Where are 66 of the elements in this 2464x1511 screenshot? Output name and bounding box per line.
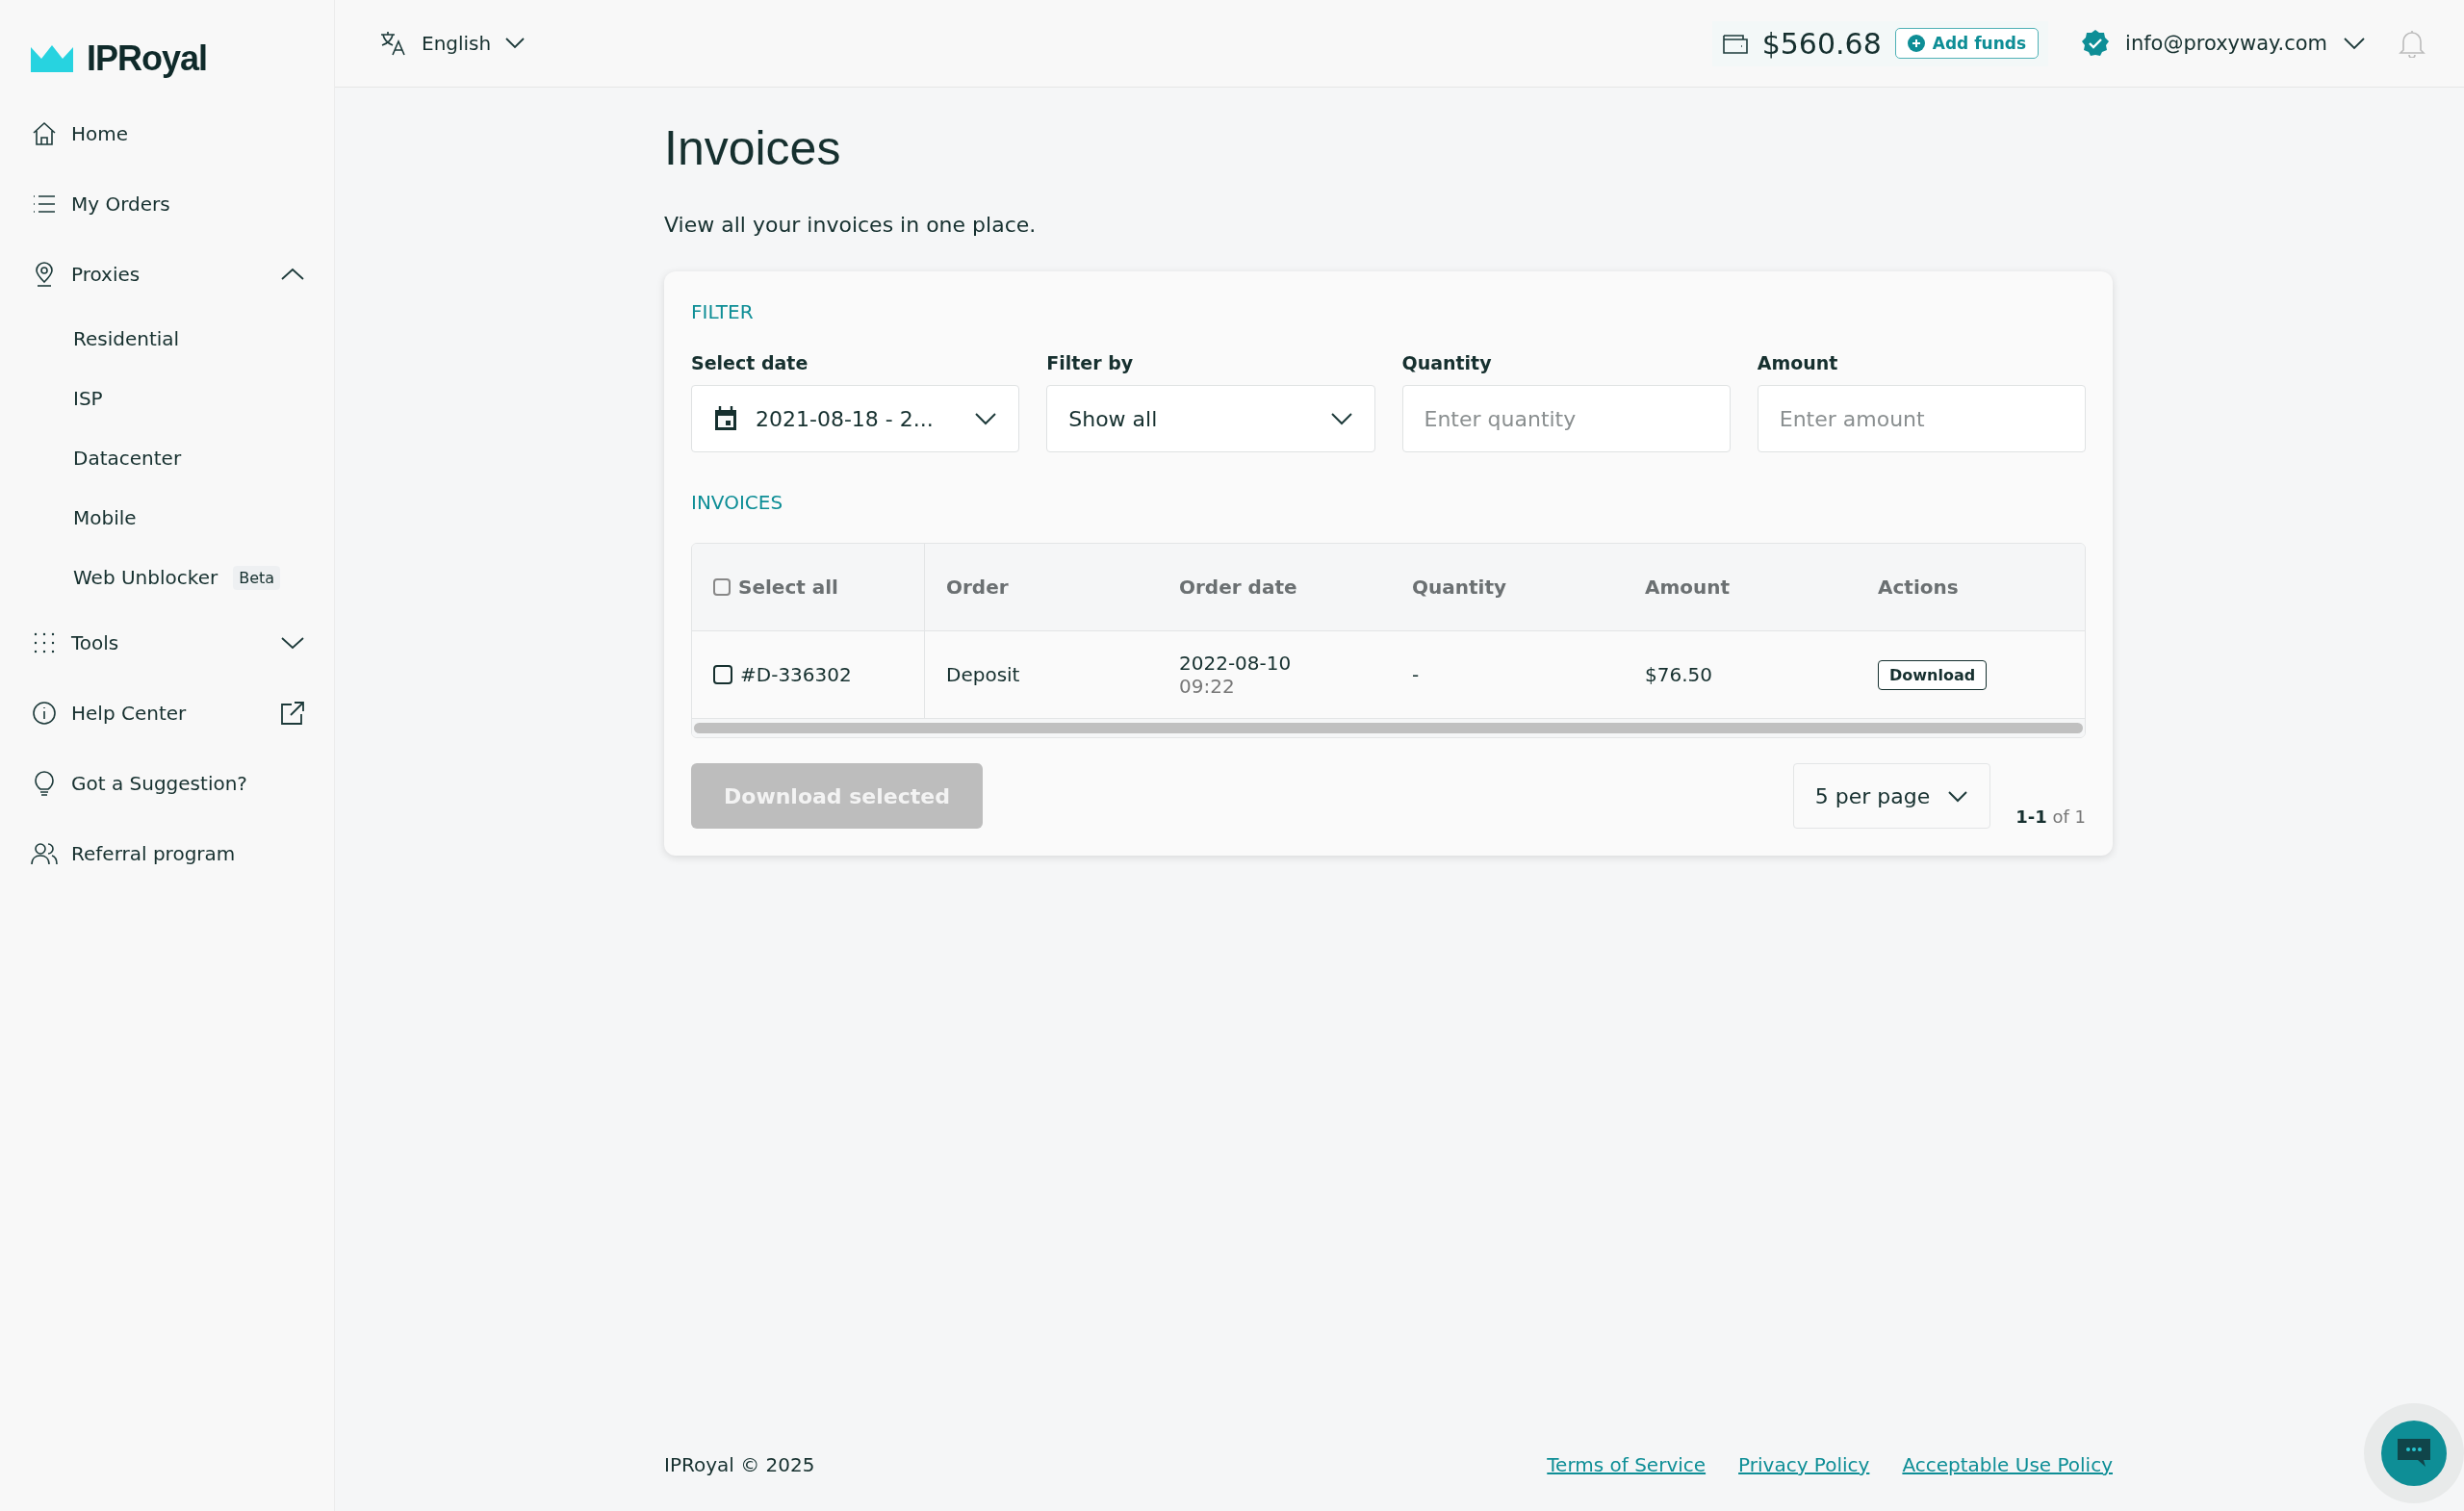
crown-logo-icon (31, 45, 73, 72)
chevron-icon (2343, 37, 2366, 50)
copyright-text: IPRoyal © 2025 (664, 1453, 815, 1476)
section-heading: FILTER (691, 300, 755, 323)
page-range: 1-1 of 1 (2015, 807, 2086, 829)
row-checkbox[interactable] (713, 665, 732, 684)
nav-item[interactable]: Proxies (31, 239, 334, 309)
verified-badge-icon (2081, 29, 2111, 58)
field-label: Amount (1757, 352, 1839, 373)
home-icon (31, 119, 58, 147)
nav-subitem[interactable]: Datacenter (31, 428, 334, 488)
text-input-field[interactable]: Enter quantity (1401, 385, 1731, 452)
calendar-icon (713, 405, 738, 432)
nav-item[interactable]: Home (31, 98, 334, 168)
bell-icon[interactable] (2399, 29, 2426, 58)
select-all-checkbox[interactable] (713, 578, 731, 596)
column-header: Order date (1178, 575, 1298, 601)
chevron-icon (280, 634, 305, 651)
logo-text: IPRoyal (87, 38, 208, 79)
chevron-icon (1329, 412, 1353, 425)
nav-subitem[interactable]: ISP (31, 369, 334, 428)
nav-item[interactable]: Referral program (31, 818, 334, 888)
text-input-field[interactable]: Enter amount (1757, 385, 2086, 452)
language-selector[interactable]: English (379, 30, 526, 57)
plus-icon (1907, 35, 1925, 52)
filter-dropdown[interactable]: Show all (1046, 385, 1375, 452)
field-label: Quantity (1401, 352, 1493, 373)
download-button[interactable]: Download (1878, 659, 1988, 690)
info-icon (31, 699, 58, 727)
table-cell: 2022-08-10 (1179, 652, 1292, 675)
column-header: Select all (738, 576, 838, 599)
translate-icon (379, 30, 408, 57)
chevron-icon (504, 37, 526, 50)
horizontal-scrollbar[interactable] (694, 723, 2083, 733)
balance-amount: $560.68 (1761, 26, 1882, 61)
date-range-picker[interactable]: 2021-08-18 - 2... (691, 385, 1020, 452)
footer-link[interactable]: Acceptable Use Policy (1902, 1453, 2113, 1476)
footer-link[interactable]: Privacy Policy (1738, 1453, 1870, 1476)
nav-subitem[interactable]: Mobile (31, 488, 334, 548)
field-label: Filter by (1046, 352, 1135, 373)
field-label: Select date (691, 352, 809, 373)
table-cell: #D-336302 (740, 663, 852, 686)
nav-subitem[interactable]: Web Unblocker Beta (31, 548, 334, 607)
chevron-icon (974, 412, 998, 425)
column-header: Actions (1877, 575, 1960, 601)
nav-item[interactable]: Tools (31, 607, 334, 678)
column-header: Amount (1644, 575, 1732, 601)
footer-link[interactable]: Terms of Service (1547, 1453, 1707, 1476)
nav-item[interactable]: My Orders (31, 168, 334, 239)
nav-item[interactable]: Got a Suggestion? (31, 748, 334, 818)
page-subtitle: View all your invoices in one place. (664, 213, 1038, 237)
beta-tag: Beta (233, 565, 281, 590)
external-link-icon (280, 700, 305, 726)
chevron-icon (280, 266, 305, 282)
section-heading: INVOICES (691, 491, 784, 514)
column-header: Quantity (1411, 575, 1507, 601)
table-cell: 09:22 (1179, 675, 1235, 698)
chevron-icon (1947, 789, 1969, 803)
nav-subitem[interactable]: Residential (31, 309, 334, 369)
per-page-dropdown[interactable]: 5 per page (1792, 763, 1991, 829)
page-title: Invoices (664, 120, 842, 176)
nav-item[interactable]: Help Center (31, 678, 334, 748)
column-header: Order (945, 575, 1010, 601)
add-funds-button[interactable]: Add funds (1894, 28, 2040, 59)
account-menu[interactable]: info@proxyway.com (2081, 29, 2366, 58)
wallet-icon (1721, 32, 1749, 55)
